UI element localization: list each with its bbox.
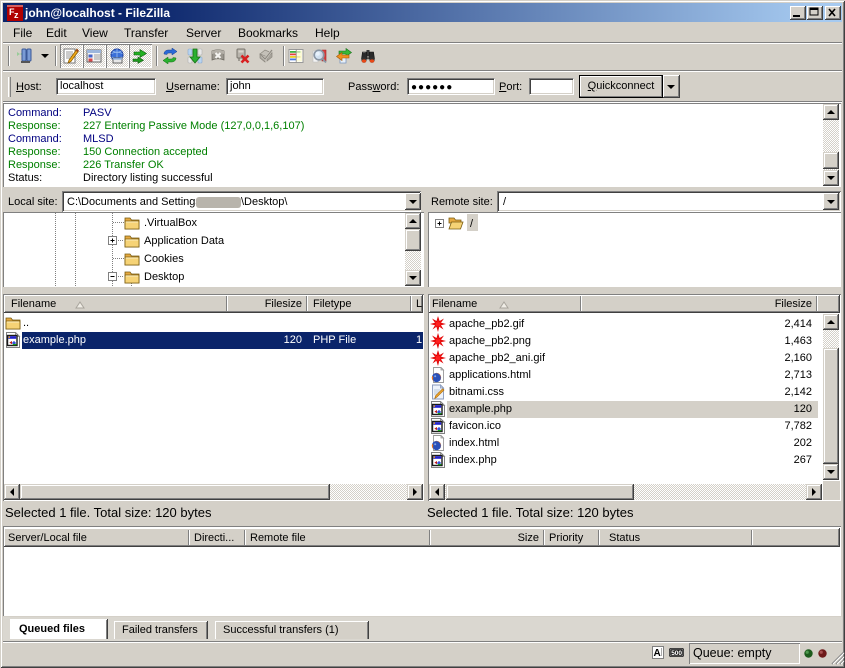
- svg-text:z: z: [14, 10, 19, 20]
- svg-text:500: 500: [671, 650, 682, 657]
- svg-text:A: A: [654, 648, 661, 659]
